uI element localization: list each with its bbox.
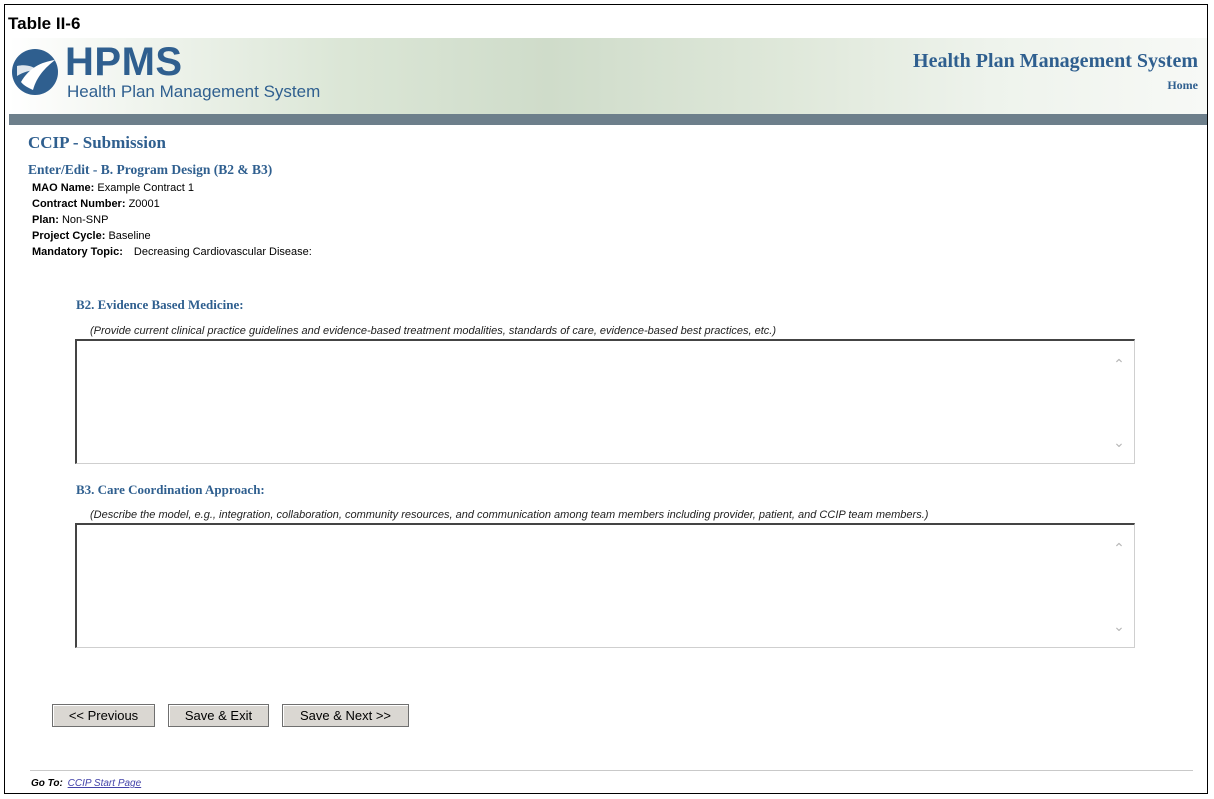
goto-label: Go To:: [31, 778, 63, 789]
hpms-logo-icon: [12, 49, 58, 95]
logo-text: HPMS: [65, 40, 183, 84]
table-caption: Table II-6: [8, 14, 81, 33]
evidence-based-medicine-textarea[interactable]: ⌃ ⌄: [75, 339, 1135, 464]
chevron-up-icon[interactable]: ⌃: [1112, 541, 1126, 555]
b2-instruction: (Provide current clinical practice guide…: [90, 325, 777, 337]
info-row-mandatory-topic: Mandatory Topic: Decreasing Cardiovascul…: [32, 244, 312, 260]
goto-footer: Go To: CCIP Start Page: [31, 778, 141, 789]
info-row-mao-name: MAO Name: Example Contract 1: [32, 180, 312, 196]
chevron-down-icon[interactable]: ⌄: [1112, 619, 1126, 633]
plan-value: Non-SNP: [61, 214, 109, 226]
info-row-project-cycle: Project Cycle: Baseline: [32, 228, 312, 244]
mao-name-label: MAO Name:: [32, 182, 95, 194]
info-row-contract-number: Contract Number: Z0001: [32, 196, 312, 212]
ccip-start-page-link[interactable]: CCIP Start Page: [68, 778, 142, 789]
home-link[interactable]: Home: [1167, 78, 1198, 93]
info-row-plan: Plan: Non-SNP: [32, 212, 312, 228]
logo-subtitle: Health Plan Management System: [67, 82, 321, 101]
contract-number-label: Contract Number:: [32, 198, 126, 210]
project-cycle-value: Baseline: [108, 230, 151, 242]
project-cycle-label: Project Cycle:: [32, 230, 106, 242]
footer-divider: [30, 770, 1193, 771]
mandatory-topic-value: Decreasing Cardiovascular Disease:: [133, 246, 312, 258]
chevron-up-icon[interactable]: ⌃: [1112, 357, 1126, 371]
plan-label: Plan:: [32, 214, 59, 226]
banner-divider: [9, 114, 1207, 125]
contract-number-value: Z0001: [128, 198, 160, 210]
previous-button[interactable]: << Previous: [52, 704, 155, 727]
mandatory-topic-label: Mandatory Topic:: [32, 246, 123, 258]
care-coordination-textarea[interactable]: ⌃ ⌄: [75, 523, 1135, 648]
page-title: CCIP - Submission: [28, 133, 166, 152]
b2-section-title: B2. Evidence Based Medicine:: [76, 297, 244, 312]
mao-name-value: Example Contract 1: [97, 182, 195, 194]
system-title: Health Plan Management System: [913, 50, 1198, 72]
header-banner: HPMS Health Plan Management System Healt…: [9, 38, 1207, 114]
contract-info: MAO Name: Example Contract 1 Contract Nu…: [32, 180, 312, 260]
page-subtitle: Enter/Edit - B. Program Design (B2 & B3): [28, 162, 273, 177]
save-next-button[interactable]: Save & Next >>: [282, 704, 409, 727]
save-exit-button[interactable]: Save & Exit: [168, 704, 269, 727]
chevron-down-icon[interactable]: ⌄: [1112, 435, 1126, 449]
b3-instruction: (Describe the model, e.g., integration, …: [90, 509, 929, 521]
b3-section-title: B3. Care Coordination Approach:: [76, 482, 265, 497]
